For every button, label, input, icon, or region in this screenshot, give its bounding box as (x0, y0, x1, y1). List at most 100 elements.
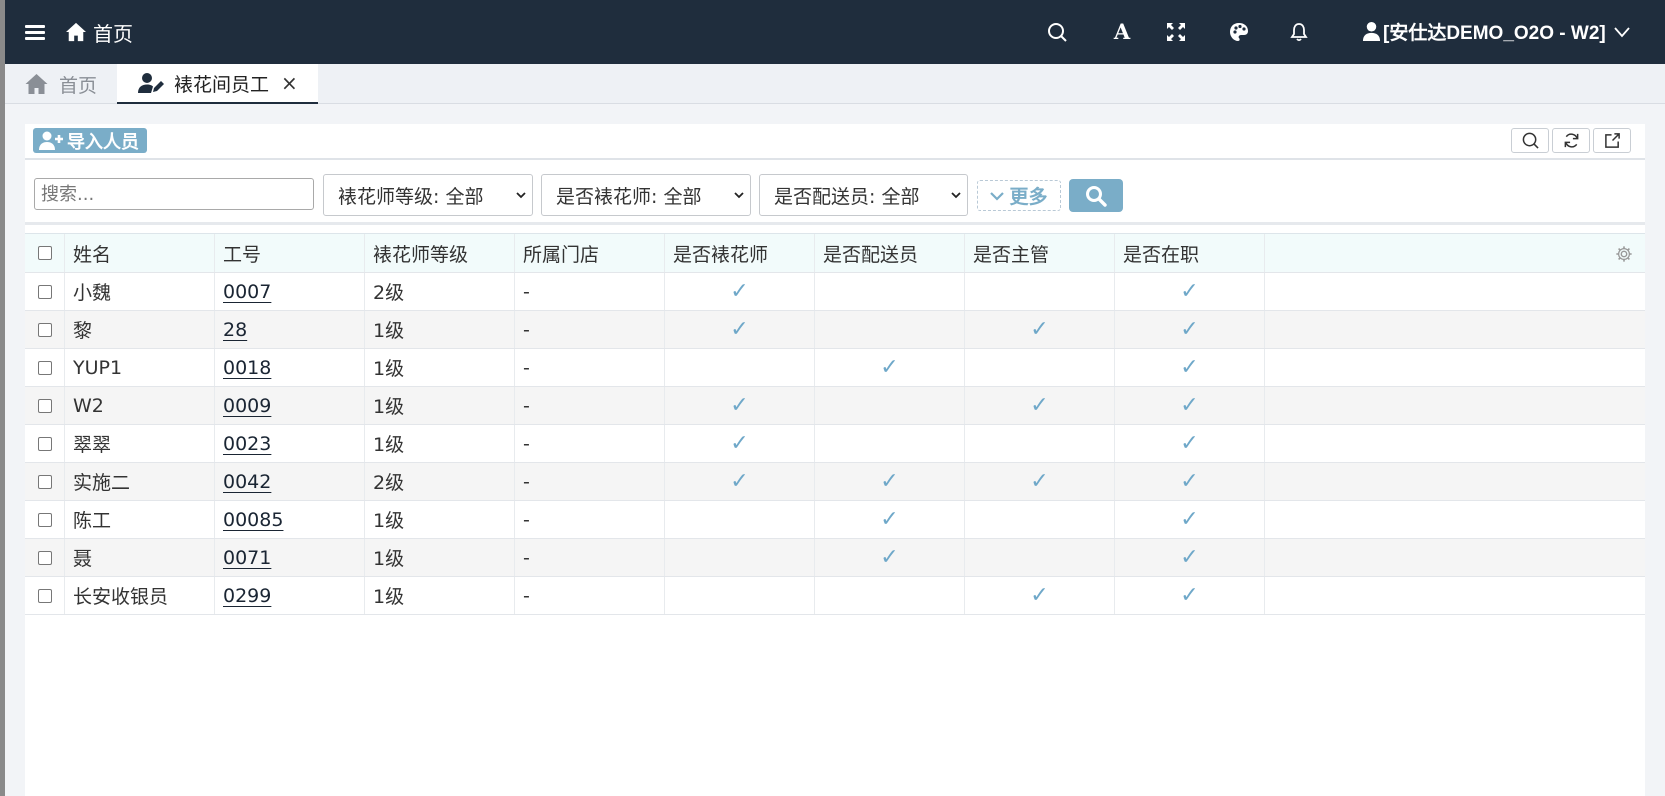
check-icon: ✓ (880, 469, 899, 494)
cell-store-text: - (523, 432, 530, 455)
row-select-cell (25, 349, 65, 386)
chevron-down-icon (1614, 26, 1630, 37)
column-header-grade[interactable]: 裱花师等级 (365, 234, 515, 272)
home-link[interactable]: 首页 (65, 18, 133, 47)
check-icon: ✓ (730, 279, 749, 304)
staff-no-link[interactable]: 0299 (223, 585, 271, 607)
staff-no-link[interactable]: 0009 (223, 395, 271, 417)
table-row[interactable]: 翠翠 0023 1级 - ✓ ✓ (25, 425, 1645, 463)
table-row[interactable]: 黎 28 1级 - ✓ ✓ ✓ (25, 311, 1645, 349)
cell-florist: ✓ (665, 273, 815, 310)
grade-filter-select[interactable]: 裱花师等级: 全部 (323, 174, 533, 216)
row-filler (1265, 311, 1645, 348)
cell-name: YUP1 (65, 349, 215, 386)
table-row[interactable]: 小魏 0007 2级 - ✓ ✓ (25, 273, 1645, 311)
cell-delivery (815, 425, 965, 462)
import-people-button[interactable]: 导入人员 (33, 128, 147, 153)
cell-name-text: W2 (73, 394, 104, 417)
table-row[interactable]: W2 0009 1级 - ✓ ✓ ✓ (25, 387, 1645, 425)
more-filters-button[interactable]: 更多 (977, 180, 1061, 211)
user-icon (1362, 22, 1381, 41)
staff-no-link[interactable]: 0071 (223, 547, 271, 569)
menu-icon[interactable] (25, 24, 45, 41)
check-icon: ✓ (880, 545, 899, 570)
cell-active: ✓ (1115, 387, 1265, 424)
row-checkbox[interactable] (37, 436, 52, 451)
cell-manager: ✓ (965, 577, 1115, 614)
staff-no-link[interactable]: 0018 (223, 357, 271, 379)
chevron-down-icon (734, 192, 744, 199)
row-checkbox[interactable] (37, 588, 52, 603)
row-checkbox[interactable] (37, 284, 52, 299)
cell-store: - (515, 577, 665, 614)
staff-no-link[interactable]: 0042 (223, 471, 271, 493)
bell-icon[interactable] (1288, 21, 1310, 43)
row-checkbox[interactable] (37, 550, 52, 565)
search-input[interactable] (34, 178, 314, 210)
column-header-no[interactable]: 工号 (215, 234, 365, 272)
cell-manager (965, 501, 1115, 538)
search-icon[interactable] (1046, 21, 1068, 43)
row-checkbox[interactable] (37, 512, 52, 527)
cell-grade-text: 1级 (373, 510, 405, 532)
row-checkbox[interactable] (37, 398, 52, 413)
row-checkbox[interactable] (37, 474, 52, 489)
cell-active: ✓ (1115, 425, 1265, 462)
staff-no-link[interactable]: 28 (223, 319, 247, 341)
column-header-delivery[interactable]: 是否配送员 (815, 234, 965, 272)
florist-filter-select[interactable]: 是否裱花师: 全部 (541, 174, 751, 216)
cell-store-text: - (523, 546, 530, 569)
row-checkbox[interactable] (37, 360, 52, 375)
select-all-checkbox[interactable] (37, 246, 52, 260)
staff-no-link[interactable]: 0023 (223, 433, 271, 455)
cell-grade-text: 1级 (373, 548, 405, 570)
cell-grade: 2级 (365, 463, 515, 500)
check-icon: ✓ (1180, 393, 1199, 418)
cell-active: ✓ (1115, 349, 1265, 386)
main-panel: 导入人员 裱花师等级: 全部 是否裱花师: 全部 是否配送员: 全部 更多 (25, 124, 1645, 796)
search-submit-button[interactable] (1069, 179, 1123, 212)
cell-name: 实施二 (65, 463, 215, 500)
table-row[interactable]: 长安收银员 0299 1级 - ✓ ✓ (25, 577, 1645, 615)
font-icon[interactable]: A (1111, 19, 1133, 44)
table-row[interactable]: 实施二 0042 2级 - ✓ ✓ ✓ ✓ (25, 463, 1645, 501)
palette-icon[interactable] (1228, 21, 1250, 43)
cell-florist (665, 539, 815, 576)
cell-name: 黎 (65, 311, 215, 348)
row-filler (1265, 501, 1645, 538)
column-header-manager[interactable]: 是否主管 (965, 234, 1115, 272)
column-header-name[interactable]: 姓名 (65, 234, 215, 272)
cell-grade: 1级 (365, 501, 515, 538)
toggle-search-button[interactable] (1511, 128, 1549, 153)
export-button[interactable] (1593, 128, 1631, 153)
tab-florist-staff[interactable]: 裱花间员工 × (117, 64, 318, 104)
table-row[interactable]: YUP1 0018 1级 - ✓ ✓ (25, 349, 1645, 387)
table-row[interactable]: 陈工 00085 1级 - ✓ ✓ (25, 501, 1645, 539)
column-header-active[interactable]: 是否在职 (1115, 234, 1265, 272)
staff-no-link[interactable]: 00085 (223, 509, 283, 531)
user-menu[interactable]: [安仕达DEMO_O2O - W2] (1362, 18, 1630, 45)
column-header-store[interactable]: 所属门店 (515, 234, 665, 272)
cell-name-text: 小魏 (73, 282, 112, 304)
tab-home[interactable]: 首页 (24, 64, 97, 104)
column-header-florist[interactable]: 是否裱花师 (665, 234, 815, 272)
staff-no-link[interactable]: 0007 (223, 281, 271, 303)
cell-no: 0018 (215, 349, 365, 386)
staff-table: 姓名 工号 裱花师等级 所属门店 是否裱花师 是否配送员 是否主管 是否在职 小… (25, 233, 1645, 615)
close-icon[interactable]: × (281, 71, 298, 95)
refresh-button[interactable] (1552, 128, 1590, 153)
table-row[interactable]: 聂 0071 1级 - ✓ ✓ (25, 539, 1645, 577)
cell-grade-text: 1级 (373, 586, 405, 608)
cell-active: ✓ (1115, 577, 1265, 614)
expand-icon[interactable] (1165, 21, 1187, 43)
cell-florist (665, 349, 815, 386)
delivery-filter-select[interactable]: 是否配送员: 全部 (759, 174, 968, 216)
more-filters-label: 更多 (1009, 186, 1048, 208)
row-checkbox[interactable] (37, 322, 52, 337)
cell-delivery (815, 387, 965, 424)
cell-grade: 1级 (365, 349, 515, 386)
gear-icon[interactable] (1615, 245, 1633, 263)
cell-active: ✓ (1115, 311, 1265, 348)
row-select-cell (25, 311, 65, 348)
cell-active: ✓ (1115, 273, 1265, 310)
